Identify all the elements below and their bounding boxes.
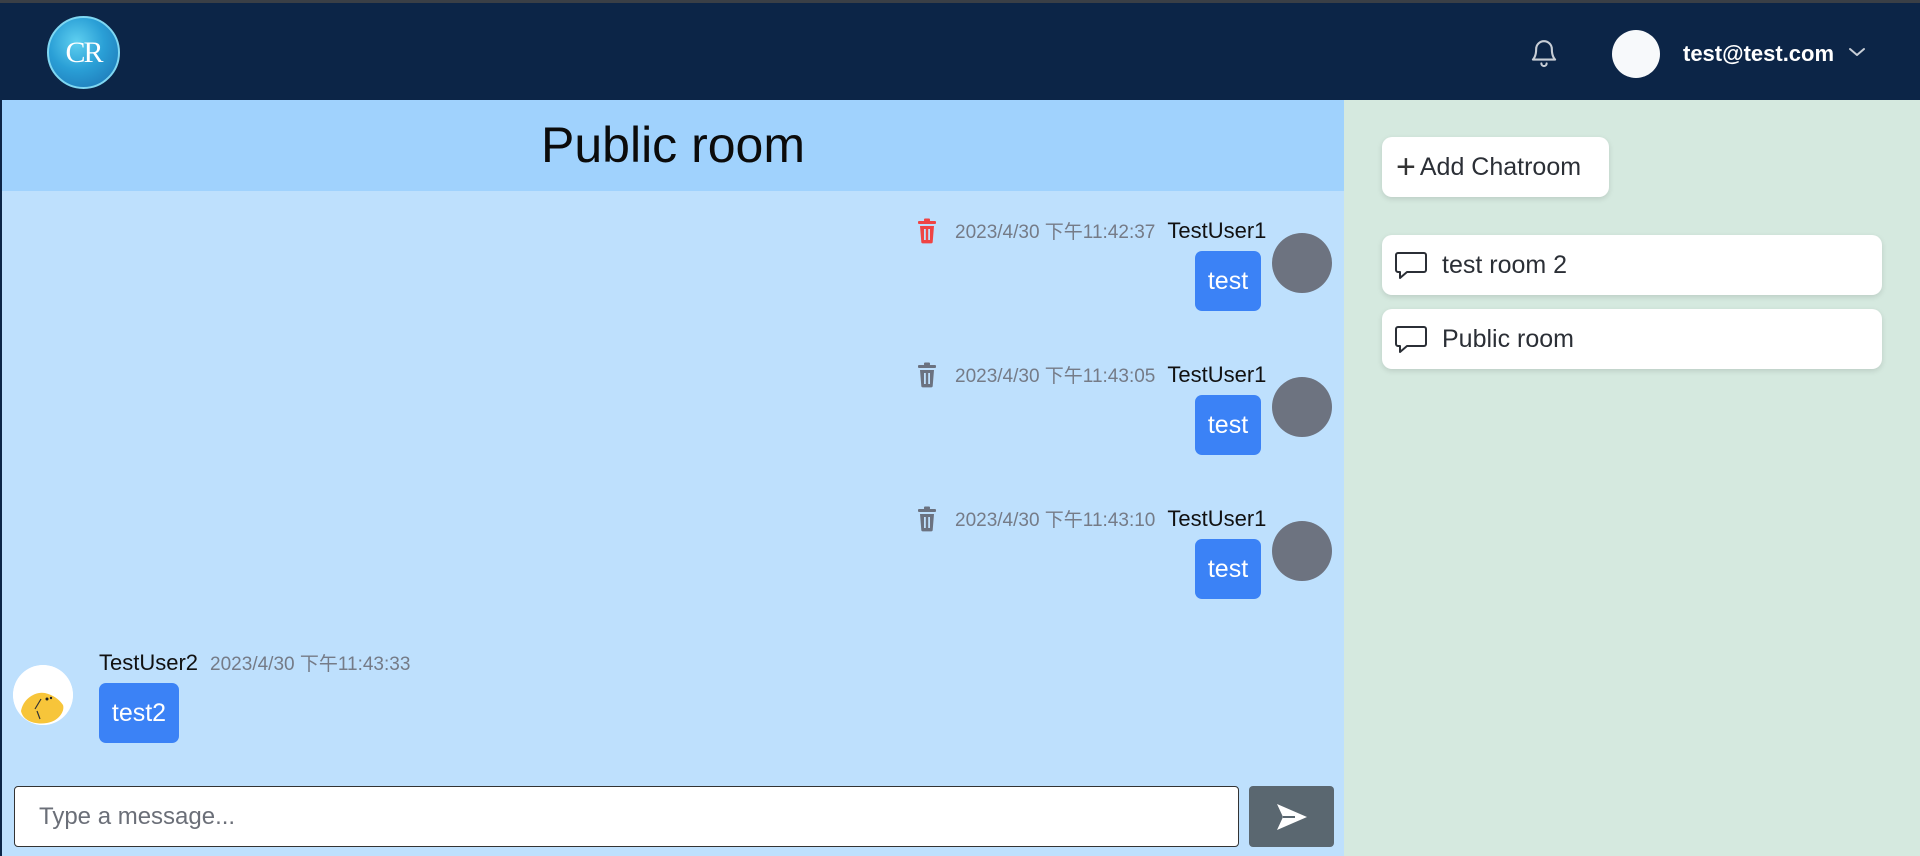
message-username: TestUser1 bbox=[1167, 505, 1267, 531]
add-chatroom-button[interactable]: + Add Chatroom bbox=[1382, 137, 1609, 197]
message-meta: 2023/4/30 下午11:42:37 TestUser1 bbox=[916, 217, 1266, 244]
chevron-down-icon[interactable] bbox=[1848, 46, 1866, 58]
user-email[interactable]: test@test.com bbox=[1683, 41, 1834, 67]
room-item-public-room[interactable]: Public room bbox=[1382, 309, 1882, 369]
avatar bbox=[1272, 233, 1332, 293]
message-meta: 2023/4/30 下午11:43:10 TestUser1 bbox=[916, 505, 1266, 532]
plus-icon: + bbox=[1396, 148, 1416, 186]
avatar bbox=[1272, 521, 1332, 581]
trash-icon[interactable] bbox=[916, 218, 938, 244]
avatar bbox=[1272, 377, 1332, 437]
message-bubble: test bbox=[1195, 395, 1261, 455]
message-bubble: test bbox=[1195, 251, 1261, 311]
room-item-label: test room 2 bbox=[1442, 250, 1568, 279]
trash-icon[interactable] bbox=[916, 506, 938, 532]
message-username: TestUser2 bbox=[99, 649, 199, 675]
message-bubble: test bbox=[1195, 539, 1261, 599]
duck-icon bbox=[13, 665, 73, 725]
chatroom-sidebar: + Add Chatroom test room 2 Public room bbox=[1344, 100, 1920, 856]
message-timestamp: 2023/4/30 下午11:42:37 bbox=[955, 222, 1156, 243]
message-timestamp: 2023/4/30 下午11:43:10 bbox=[955, 510, 1156, 531]
room-item-label: Public room bbox=[1442, 324, 1574, 353]
trash-icon[interactable] bbox=[916, 362, 938, 388]
avatar bbox=[13, 665, 73, 725]
send-button[interactable] bbox=[1249, 786, 1334, 847]
logo-text: CR bbox=[65, 35, 103, 69]
message-timestamp: 2023/4/30 下午11:43:33 bbox=[210, 654, 411, 675]
app-logo[interactable]: CR bbox=[47, 16, 120, 89]
message-timestamp: 2023/4/30 下午11:43:05 bbox=[955, 366, 1156, 387]
message-username: TestUser1 bbox=[1167, 361, 1267, 387]
chat-bubble-icon bbox=[1395, 326, 1427, 353]
message-meta: TestUser2 2023/4/30 下午11:43:33 bbox=[99, 649, 410, 676]
message-meta: 2023/4/30 下午11:43:05 TestUser1 bbox=[916, 361, 1266, 388]
message-username: TestUser1 bbox=[1167, 217, 1267, 243]
user-avatar[interactable] bbox=[1612, 30, 1660, 78]
room-item-test-room-2[interactable]: test room 2 bbox=[1382, 235, 1882, 295]
add-chatroom-label: Add Chatroom bbox=[1419, 152, 1582, 181]
message-input[interactable] bbox=[14, 786, 1239, 847]
chat-bubble-icon bbox=[1395, 252, 1427, 279]
bell-icon[interactable] bbox=[1528, 36, 1560, 70]
room-title: Public room bbox=[541, 117, 805, 173]
message-bubble: test2 bbox=[99, 683, 179, 743]
navbar: CR test@test.com bbox=[0, 3, 1920, 100]
room-header: Public room bbox=[2, 100, 1344, 191]
chat-panel: Public room 2023/4/30 下午11:42:37 TestUse… bbox=[0, 100, 1344, 856]
send-icon bbox=[1276, 803, 1307, 830]
